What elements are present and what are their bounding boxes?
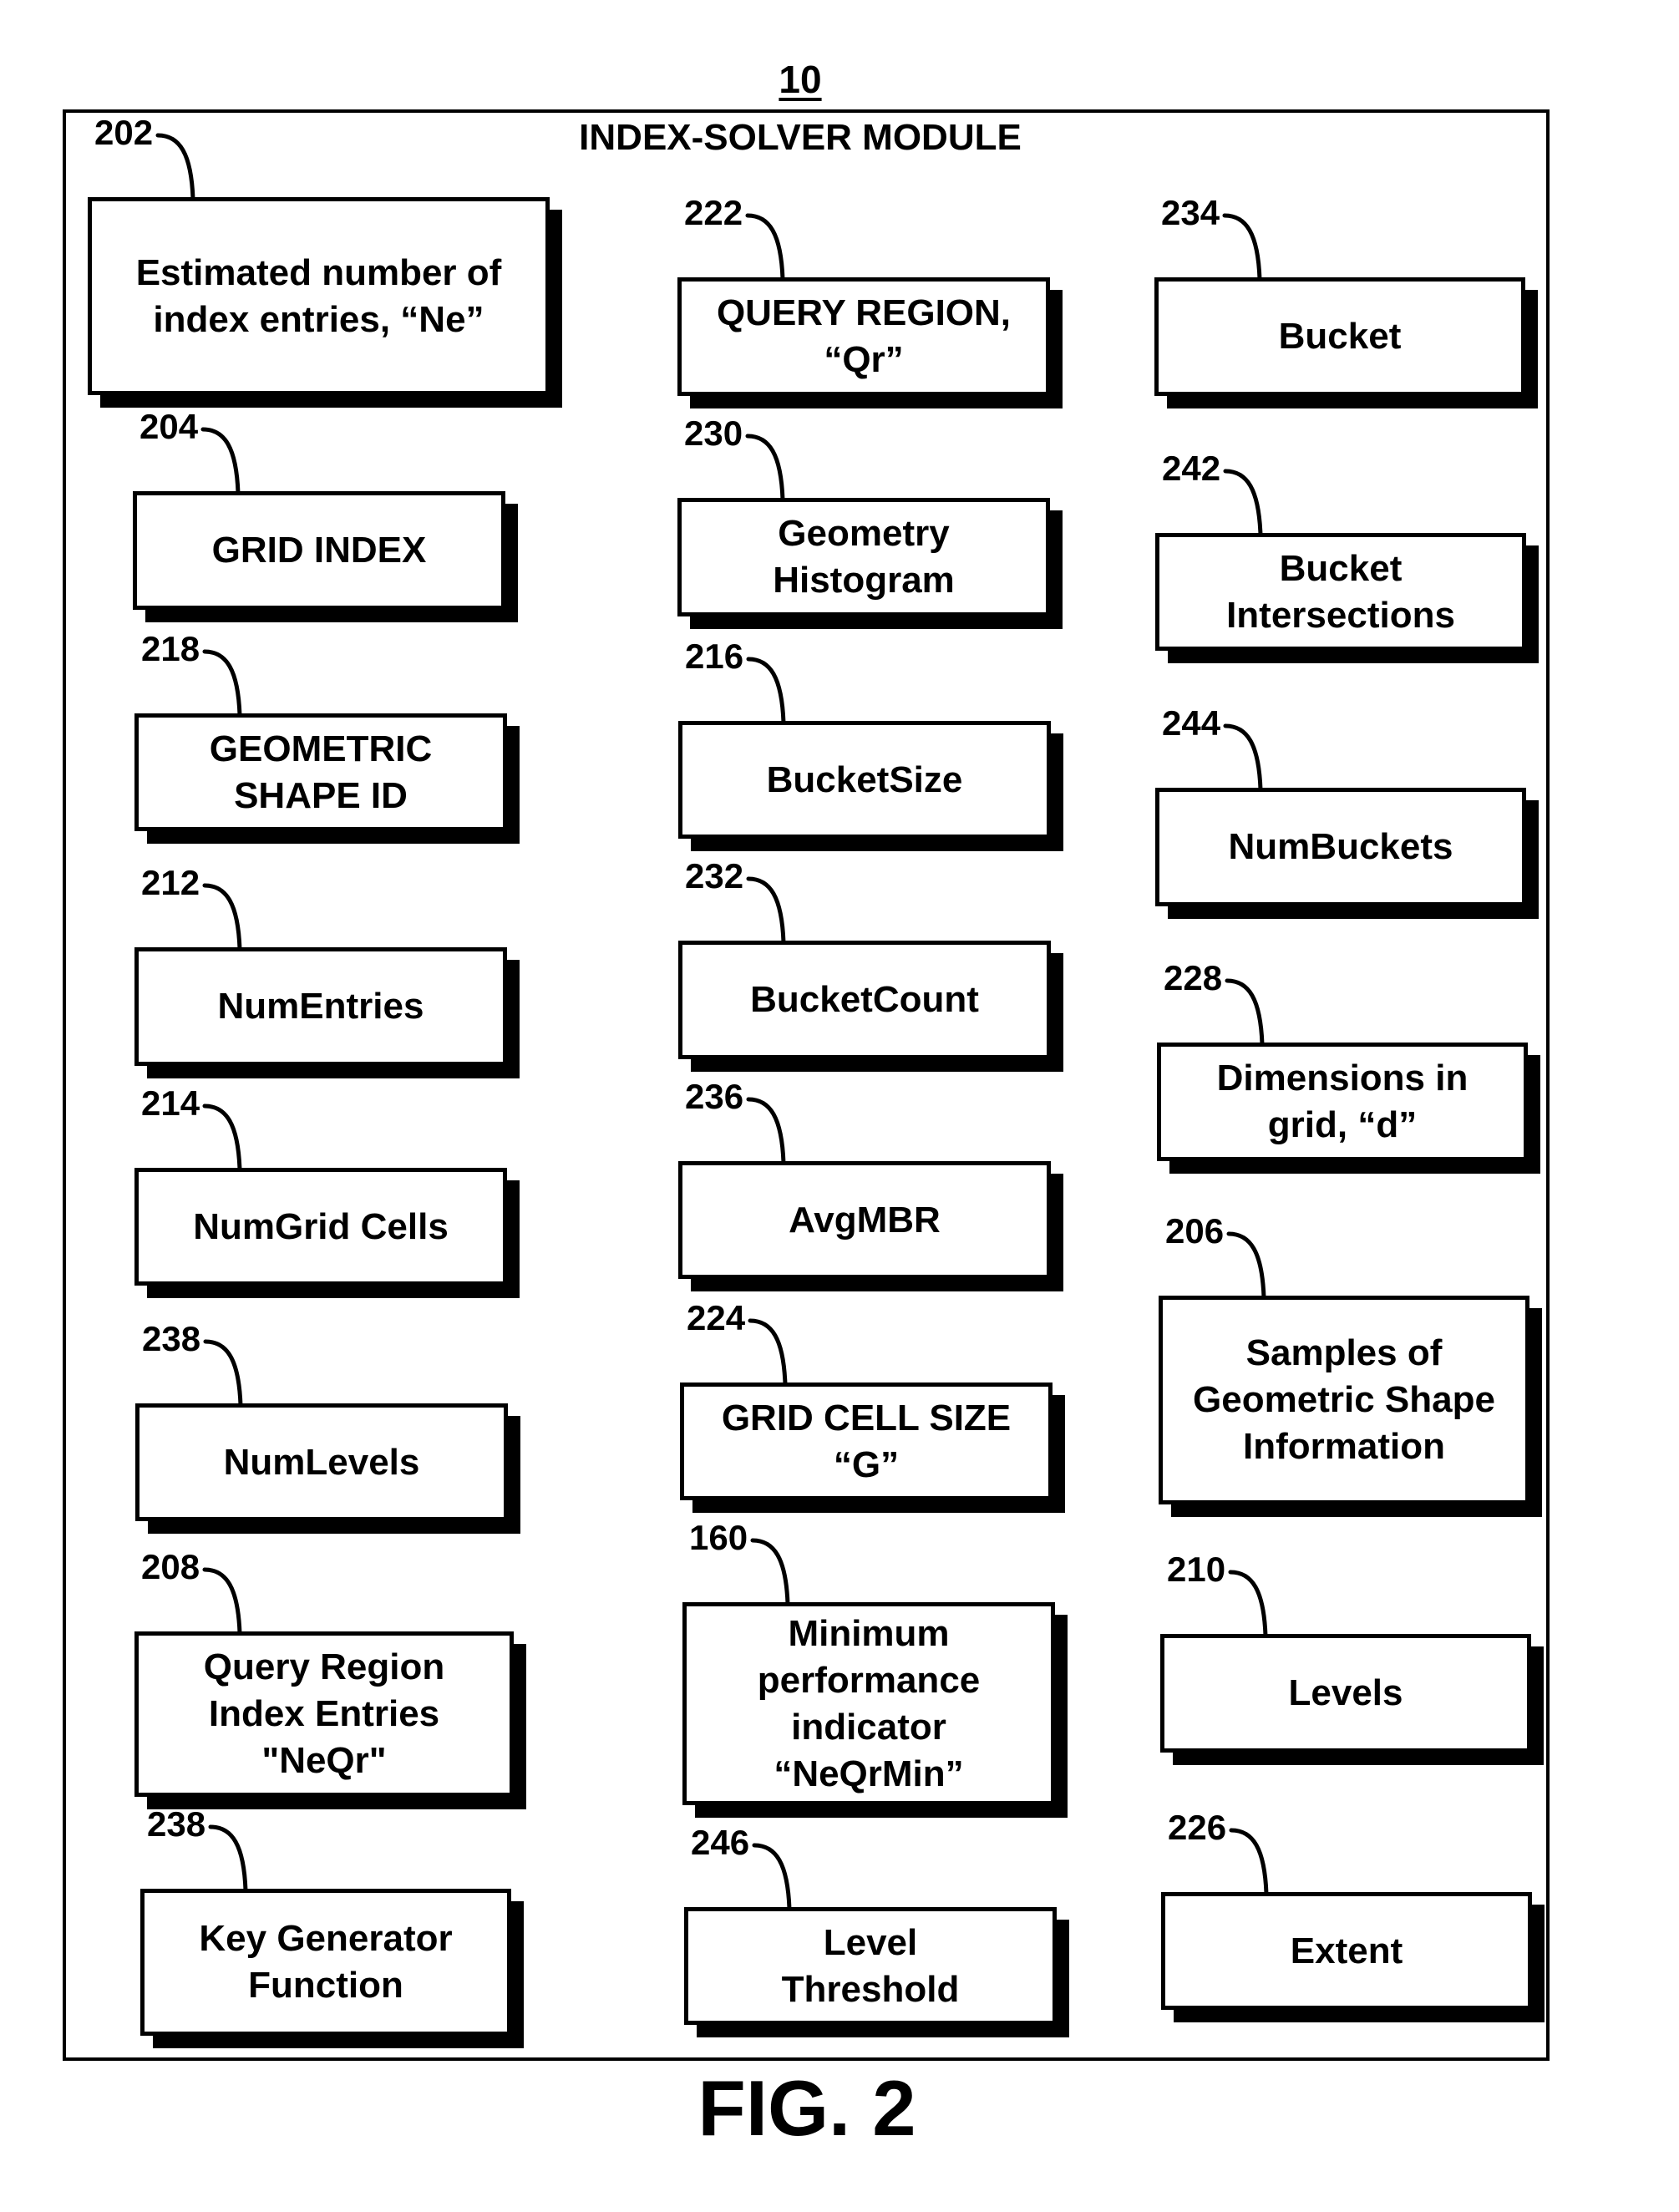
- component-box: Samples of Geometric Shape Information: [1159, 1296, 1529, 1504]
- leader-line: [202, 1567, 242, 1636]
- reference-number: 204: [139, 407, 199, 446]
- leader-line: [202, 883, 242, 951]
- reference-number: 222: [684, 193, 743, 232]
- component-box: Minimum performance indicator “NeQrMin”: [682, 1602, 1055, 1805]
- component-box: Dimensions in grid, “d”: [1157, 1043, 1528, 1161]
- leader-line: [1226, 1231, 1266, 1300]
- figure-caption: FIG. 2: [697, 2064, 916, 2152]
- component-box: BucketSize: [678, 721, 1051, 839]
- reference-number: 210: [1167, 1550, 1226, 1589]
- leader-line: [155, 133, 195, 201]
- reference-number: 224: [687, 1298, 746, 1337]
- reference-number: 228: [1164, 958, 1223, 997]
- component-box: Extent: [1161, 1892, 1532, 2010]
- leader-line: [746, 876, 786, 945]
- leader-line: [200, 427, 241, 495]
- leader-line: [208, 1824, 248, 1893]
- leader-line: [746, 657, 786, 725]
- leader-line: [752, 1843, 792, 1911]
- component-box: Query Region Index Entries "NeQr": [134, 1631, 514, 1797]
- leader-line: [750, 1538, 790, 1606]
- leader-line: [1228, 1570, 1268, 1638]
- leader-line: [202, 1103, 242, 1172]
- reference-number: 214: [141, 1083, 200, 1123]
- component-box: Level Threshold: [684, 1907, 1057, 2025]
- module-title: INDEX-SOLVER MODULE: [579, 117, 1022, 158]
- component-box: AvgMBR: [678, 1161, 1051, 1279]
- component-box: NumEntries: [134, 947, 507, 1066]
- reference-number: 216: [685, 637, 744, 676]
- reference-number: 244: [1162, 703, 1221, 743]
- reference-number: 234: [1161, 193, 1220, 232]
- reference-number: 160: [689, 1518, 748, 1557]
- leader-line: [1223, 469, 1263, 537]
- leader-line: [746, 1097, 786, 1165]
- reference-number: 202: [94, 113, 154, 152]
- component-box: GRID CELL SIZE “G”: [680, 1382, 1053, 1500]
- reference-number: 208: [141, 1547, 200, 1586]
- reference-number: 206: [1165, 1211, 1225, 1251]
- leader-line: [202, 649, 242, 718]
- reference-number: 238: [142, 1319, 201, 1358]
- component-box: Bucket: [1154, 277, 1525, 396]
- reference-number: 218: [141, 629, 200, 668]
- leader-line: [1225, 978, 1265, 1047]
- reference-number: 242: [1162, 449, 1221, 488]
- leader-line: [745, 213, 785, 282]
- component-box: Estimated number of index entries, “Ne”: [88, 197, 550, 395]
- component-box: Bucket Intersections: [1155, 533, 1526, 651]
- leader-line: [745, 434, 785, 502]
- leader-line: [203, 1339, 243, 1408]
- leader-line: [748, 1318, 788, 1387]
- leader-line: [1222, 213, 1262, 282]
- reference-number: 226: [1168, 1808, 1227, 1847]
- component-box: GRID INDEX: [133, 491, 505, 610]
- component-box: QUERY REGION, “Qr”: [677, 277, 1050, 396]
- reference-number: 232: [685, 856, 744, 895]
- component-box: NumBuckets: [1155, 788, 1526, 906]
- leader-line: [1229, 1828, 1269, 1896]
- reference-number: 212: [141, 863, 200, 902]
- component-box: BucketCount: [678, 941, 1051, 1059]
- reference-number: 236: [685, 1077, 744, 1116]
- component-box: Geometry Histogram: [677, 498, 1050, 616]
- reference-number: 230: [684, 413, 743, 453]
- reference-number: 246: [691, 1823, 750, 1862]
- reference-number: 238: [147, 1804, 206, 1844]
- component-box: Key Generator Function: [140, 1889, 511, 2036]
- leader-line: [1223, 723, 1263, 792]
- component-box: GEOMETRIC SHAPE ID: [134, 713, 507, 831]
- component-box: NumGrid Cells: [134, 1168, 507, 1286]
- component-box: Levels: [1160, 1634, 1531, 1753]
- figure-reference-number: 10: [779, 58, 822, 101]
- component-box: NumLevels: [135, 1403, 508, 1521]
